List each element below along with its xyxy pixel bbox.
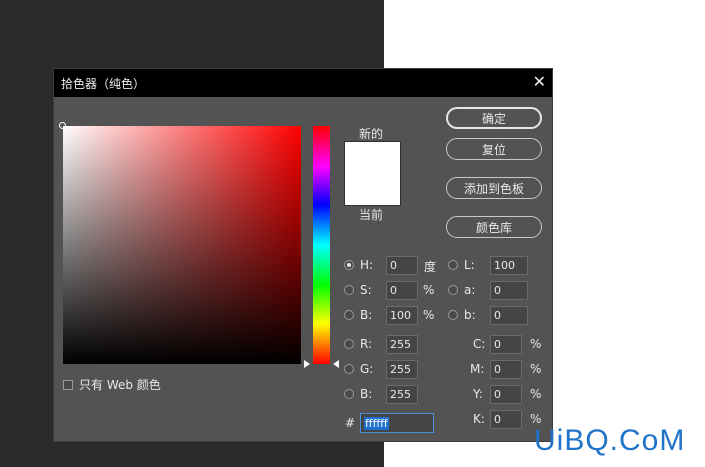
hex-input[interactable]: ffffff [360, 413, 434, 433]
red-label: R: [360, 337, 373, 351]
hue-unit: 度 [424, 260, 437, 274]
color-picker-dialog: 拾色器（纯色） ✕ 只有 Web 颜色 新的 当前 确定 复位 添加到色板 颜色… [53, 68, 553, 442]
magenta-input[interactable]: 0 [490, 360, 522, 379]
current-color-label: 当前 [359, 208, 384, 222]
lightness-radio[interactable] [448, 260, 458, 270]
brightness-unit: % [423, 308, 435, 322]
magenta-label: M: [470, 362, 485, 376]
saturation-unit: % [423, 283, 435, 297]
close-icon[interactable]: ✕ [533, 72, 546, 91]
color-preview-swatch [344, 141, 401, 206]
green-radio[interactable] [344, 364, 354, 374]
hue-radio[interactable] [344, 260, 354, 270]
brightness-input[interactable]: 100 [386, 306, 418, 325]
hue-label: H: [360, 258, 374, 272]
web-only-checkbox[interactable] [63, 379, 73, 390]
lab-b-label: b: [464, 308, 476, 322]
blue-input[interactable]: 255 [386, 385, 418, 404]
watermark: UiBQ.CoM [534, 424, 686, 457]
lab-b-radio[interactable] [448, 310, 458, 320]
cyan-label: C: [473, 337, 486, 351]
black-label: K: [473, 412, 485, 426]
hex-value: ffffff [364, 417, 389, 430]
lab-a-input[interactable]: 0 [490, 281, 528, 300]
saturation-radio[interactable] [344, 285, 354, 295]
saturation-input[interactable]: 0 [386, 281, 418, 300]
lab-a-radio[interactable] [448, 285, 458, 295]
blue-radio[interactable] [344, 389, 354, 399]
cyan-unit: % [530, 337, 542, 351]
hex-label: # [345, 416, 356, 430]
magenta-unit: % [530, 362, 542, 376]
blue-label: B: [360, 387, 373, 401]
color-field[interactable] [63, 126, 301, 364]
yellow-input[interactable]: 0 [490, 385, 522, 404]
black-input[interactable]: 0 [490, 410, 522, 429]
green-input[interactable]: 255 [386, 360, 418, 379]
ok-button[interactable]: 确定 [446, 107, 542, 129]
color-field-cursor[interactable] [59, 122, 66, 129]
title-bar: 拾色器（纯色） ✕ [54, 69, 552, 97]
yellow-unit: % [530, 387, 542, 401]
lightness-input[interactable]: 100 [490, 256, 528, 275]
reset-button[interactable]: 复位 [446, 138, 542, 160]
yellow-label: Y: [473, 387, 483, 401]
green-label: G: [360, 362, 374, 376]
hue-slider-right-arrow-icon[interactable] [333, 360, 339, 368]
brightness-radio[interactable] [344, 310, 354, 320]
hue-slider-left-arrow-icon[interactable] [304, 360, 310, 368]
lab-a-label: a: [464, 283, 476, 297]
red-input[interactable]: 255 [386, 335, 418, 354]
add-to-swatches-button[interactable]: 添加到色板 [446, 177, 542, 199]
saturation-label: S: [360, 283, 372, 297]
web-only-label: 只有 Web 颜色 [79, 378, 161, 392]
lab-b-input[interactable]: 0 [490, 306, 528, 325]
red-radio[interactable] [344, 339, 354, 349]
new-color-label: 新的 [359, 127, 384, 141]
lightness-label: L: [464, 258, 475, 272]
color-libraries-button[interactable]: 颜色库 [446, 216, 542, 238]
dialog-title: 拾色器（纯色） [61, 77, 146, 91]
cyan-input[interactable]: 0 [490, 335, 522, 354]
hue-slider[interactable] [313, 126, 330, 364]
hue-input[interactable]: 0 [386, 256, 418, 275]
brightness-label: B: [360, 308, 373, 322]
web-only-checkbox-row[interactable]: 只有 Web 颜色 [63, 376, 161, 393]
